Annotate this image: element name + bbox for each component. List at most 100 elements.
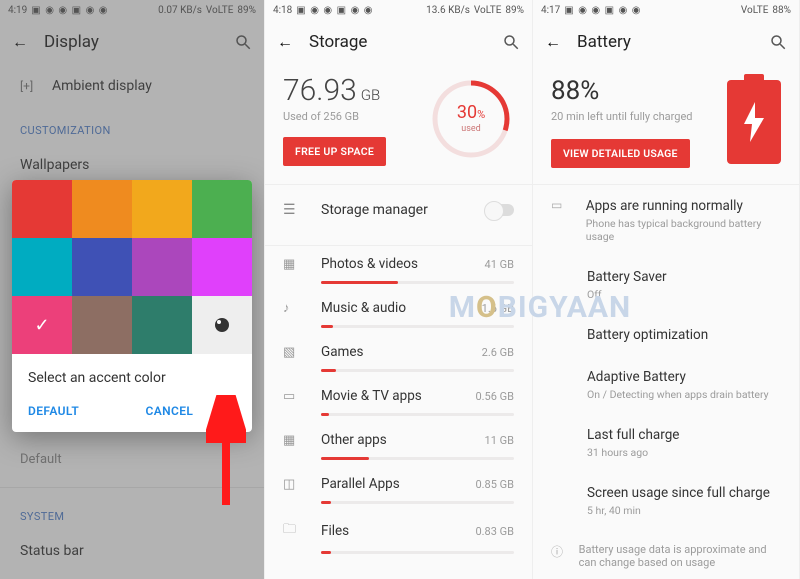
battery-row[interactable]: Screen usage since full charge5 hr, 40 m… — [533, 472, 799, 530]
statusbar-icons: ▣ ◉ ◉ ▣ ◉ ◉ — [296, 5, 373, 16]
storage-category-row[interactable]: 🗀 Files0.83 GB — [265, 510, 532, 560]
battery-row[interactable]: Battery Saver Off — [533, 256, 799, 314]
row-title: Apps are running normally — [586, 198, 781, 214]
category-bar — [321, 369, 514, 372]
row-title: Battery Saver — [587, 269, 667, 285]
category-icon: ♪ — [283, 300, 305, 316]
storage-category-row[interactable]: ▧Games2.6 GB — [265, 334, 532, 378]
category-bar — [321, 551, 514, 554]
battery-row: ⓘ Battery usage data is approximate and c… — [533, 530, 799, 579]
ok-button[interactable]: OK — [219, 404, 236, 418]
row-sub: On / Detecting when apps drain battery — [587, 388, 769, 401]
status-bar: 4:17 ▣ ◉ ◉ ▣ ◉ ◉ VoLTE 88% — [533, 0, 799, 20]
row-title: Battery optimization — [587, 327, 708, 343]
category-value: 0.83 GB — [475, 525, 514, 538]
storage-category-row[interactable]: ♪ Music & audio1.6 GB — [265, 290, 532, 334]
category-name: Music & audio — [321, 300, 482, 316]
row-icon: ▭ — [551, 198, 572, 243]
battery-row[interactable]: Adaptive Battery On / Detecting when apps… — [533, 356, 799, 414]
network-speed: 13.6 KB/s — [426, 5, 470, 16]
storage-used-value: 76.93GB — [283, 76, 418, 106]
view-detailed-usage-button[interactable]: VIEW DETAILED USAGE — [551, 139, 690, 168]
color-swatch[interactable] — [132, 238, 192, 296]
screen-storage: 4:18 ▣ ◉ ◉ ▣ ◉ ◉ 13.6 KB/s VoLTE 89% ← S… — [265, 0, 533, 579]
category-name: Other apps — [321, 432, 485, 448]
row-title: Last full charge — [587, 427, 679, 443]
color-swatch[interactable] — [192, 296, 252, 354]
cancel-button[interactable]: CANCEL — [145, 404, 193, 418]
row-title: Adaptive Battery — [587, 369, 769, 385]
color-swatch[interactable] — [132, 180, 192, 238]
storage-manager-row[interactable]: ☰ Storage manager — [265, 185, 532, 235]
storage-appbar: ← Storage — [265, 20, 532, 64]
battery-percent-big: 88% — [551, 76, 715, 106]
free-up-space-button[interactable]: FREE UP SPACE — [283, 137, 386, 166]
row-sub: Off — [587, 288, 667, 301]
category-bar — [321, 413, 514, 416]
row-icon — [551, 485, 573, 517]
category-bar — [321, 501, 514, 504]
row-icon — [551, 269, 573, 301]
volte-indicator: VoLTE — [741, 5, 769, 16]
category-bar — [321, 325, 514, 328]
dialog-message: Select an accent color — [12, 354, 252, 394]
color-swatch[interactable] — [132, 296, 192, 354]
statusbar-icons: ▣ ◉ ◉ ▣ ◉ ◉ — [564, 5, 641, 16]
category-value: 11 GB — [485, 434, 514, 447]
storage-category-row[interactable]: ◫Parallel Apps0.85 GB — [265, 466, 532, 510]
category-name: Parallel Apps — [321, 476, 475, 492]
screen-display: 4:19 ▣ ◉ ◉ ▣ ◉ ◉ 0.07 KB/s VoLTE 89% ← D… — [0, 0, 265, 579]
row-icon: ⓘ — [551, 543, 565, 569]
category-value: 1.6 GB — [482, 302, 514, 315]
battery-icon — [727, 80, 781, 164]
status-bar: 4:18 ▣ ◉ ◉ ▣ ◉ ◉ 13.6 KB/s VoLTE 89% — [265, 0, 532, 20]
category-value: 41 GB — [485, 258, 514, 271]
category-value: 2.6 GB — [482, 346, 514, 359]
page-title: Battery — [577, 32, 753, 52]
color-swatch[interactable] — [12, 180, 72, 238]
search-icon[interactable] — [502, 33, 520, 51]
category-name: Files — [321, 523, 475, 539]
category-icon: ▧ — [283, 345, 305, 360]
storage-manager-toggle[interactable] — [486, 204, 514, 216]
color-swatch[interactable] — [72, 296, 132, 354]
category-icon: ◫ — [283, 477, 305, 492]
row-icon — [551, 327, 573, 343]
category-icon: 🗀 — [283, 520, 305, 542]
check-icon: ✓ — [34, 315, 49, 336]
row-icon — [551, 427, 573, 459]
row-title: Battery usage data is approximate and ca… — [579, 543, 781, 569]
category-name: Photos & videos — [321, 256, 485, 272]
storage-category-row[interactable]: ▭Movie & TV apps0.56 GB — [265, 378, 532, 422]
default-button[interactable]: DEFAULT — [28, 404, 79, 418]
storage-category-row[interactable]: ▦ Photos & videos41 GB — [265, 246, 532, 290]
category-icon: ▦ — [283, 257, 305, 272]
back-icon[interactable]: ← — [277, 32, 293, 52]
color-swatch[interactable] — [72, 180, 132, 238]
category-icon: ▦ — [283, 433, 305, 448]
search-icon[interactable] — [769, 33, 787, 51]
category-bar — [321, 281, 514, 284]
battery-percent: 88% — [772, 5, 791, 16]
back-icon[interactable]: ← — [545, 32, 561, 52]
row-icon — [551, 369, 573, 401]
color-swatch[interactable] — [72, 238, 132, 296]
storage-manager-icon: ☰ — [283, 202, 305, 218]
storage-manager-label: Storage manager — [321, 202, 486, 218]
row-sub: 5 hr, 40 min — [587, 504, 770, 517]
battery-row[interactable]: Last full charge31 hours ago — [533, 414, 799, 472]
category-bar — [321, 457, 514, 460]
clock: 4:18 — [273, 5, 292, 16]
color-swatch[interactable] — [192, 238, 252, 296]
screen-battery: 4:17 ▣ ◉ ◉ ▣ ◉ ◉ VoLTE 88% ← Battery 88%… — [533, 0, 800, 579]
palette-icon — [215, 318, 229, 332]
storage-category-row[interactable]: ▦ Other apps11 GB — [265, 422, 532, 466]
battery-percent: 89% — [505, 5, 524, 16]
color-swatch[interactable]: ✓ — [12, 296, 72, 354]
color-swatch[interactable] — [12, 238, 72, 296]
storage-used-sub: Used of 256 GB — [283, 110, 418, 123]
battery-row[interactable]: ▭Apps are running normallyPhone has typi… — [533, 185, 799, 256]
color-swatch[interactable] — [192, 180, 252, 238]
battery-row[interactable]: Battery optimization — [533, 314, 799, 356]
accent-color-dialog: ✓ Select an accent color DEFAULT CANCEL … — [12, 180, 252, 432]
